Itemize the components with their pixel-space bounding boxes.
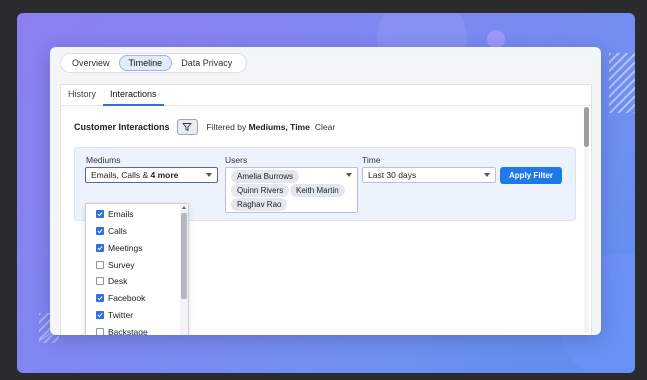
checkbox-unchecked[interactable] [96,277,104,285]
mediums-label: Mediums [86,155,121,165]
tab-history[interactable]: History [61,85,103,106]
checkbox-checked[interactable] [96,227,104,235]
panel-scrollbar-thumb[interactable] [584,107,589,147]
medium-option-label: Emails [108,209,134,219]
tab-timeline[interactable]: Timeline [118,55,173,71]
time-label: Time [362,155,381,165]
mediums-select-more: 4 more [150,170,179,180]
checkbox-unchecked[interactable] [96,261,104,269]
background-stage: Overview Timeline Data Privacy History I… [17,13,635,373]
users-multiselect[interactable]: Amelia Burrows Quinn Rivers Keith Martin… [225,167,358,213]
chevron-down-icon [484,173,490,177]
check-icon [97,296,103,301]
check-icon [97,246,103,251]
tab-data-privacy[interactable]: Data Privacy [172,55,241,71]
tab-overview[interactable]: Overview [63,55,119,71]
mediums-dropdown: Emails Calls Meetings Survey Desk Facebo… [85,203,189,335]
clear-filter-link[interactable]: Clear [315,122,335,132]
funnel-icon [182,123,192,131]
filter-button[interactable] [176,119,198,135]
medium-option-label: Desk [108,276,128,286]
time-select[interactable]: Last 30 days [362,167,496,183]
check-icon [97,313,103,318]
timeline-panel: History Interactions Customer Interactio… [60,84,592,335]
user-chip[interactable]: Raghav Rao [231,198,288,211]
medium-option-label: Backstage [108,327,148,335]
medium-option-label: Survey [108,260,135,270]
checkbox-checked[interactable] [96,244,104,252]
mediums-select-value: Emails, Calls & [91,170,149,180]
user-chip[interactable]: Keith Martin [290,184,345,197]
interactions-header: Customer Interactions Filtered by Medium… [74,119,335,135]
filter-summary-fields: Mediums, Time [248,122,310,132]
medium-option-label: Meetings [108,243,143,253]
chevron-down-icon [206,173,212,177]
user-chip[interactable]: Quinn Rivers [231,184,290,197]
dropdown-scrollbar-thumb[interactable] [181,213,187,299]
sub-tab-bar: History Interactions [61,85,591,106]
user-chip[interactable]: Amelia Burrows [231,170,300,183]
checkbox-checked[interactable] [96,311,104,319]
medium-option-meetings[interactable]: Meetings [96,242,143,254]
checkbox-unchecked[interactable] [96,328,104,335]
mediums-select[interactable]: Emails, Calls & 4 more [85,167,218,183]
check-icon [97,212,103,217]
check-icon [97,229,103,234]
medium-option-label: Facebook [108,293,146,303]
medium-option-survey[interactable]: Survey [96,259,134,271]
decorative-stripes [609,53,635,113]
medium-option-backstage[interactable]: Backstage [96,326,148,335]
checkbox-checked[interactable] [96,210,104,218]
checkbox-checked[interactable] [96,294,104,302]
medium-option-emails[interactable]: Emails [96,208,134,220]
medium-option-label: Twitter [108,310,134,320]
filter-summary-prefix: Filtered by [206,122,247,132]
medium-option-calls[interactable]: Calls [96,225,127,237]
scroll-up-icon[interactable] [182,206,186,209]
medium-option-facebook[interactable]: Facebook [96,292,145,304]
users-label: Users [225,155,248,165]
app-window: Overview Timeline Data Privacy History I… [50,47,601,335]
medium-option-desk[interactable]: Desk [96,275,127,287]
filter-summary: Filtered by Mediums, Time [207,122,310,132]
medium-option-label: Calls [108,226,127,236]
time-select-value: Last 30 days [368,170,417,180]
medium-option-twitter[interactable]: Twitter [96,309,133,321]
tab-interactions[interactable]: Interactions [103,85,164,106]
chevron-down-icon [346,173,352,177]
top-tab-bar: Overview Timeline Data Privacy [60,53,247,73]
section-title: Customer Interactions [74,122,170,132]
apply-filter-button[interactable]: Apply Filter [500,167,562,184]
decorative-dot [487,30,505,48]
